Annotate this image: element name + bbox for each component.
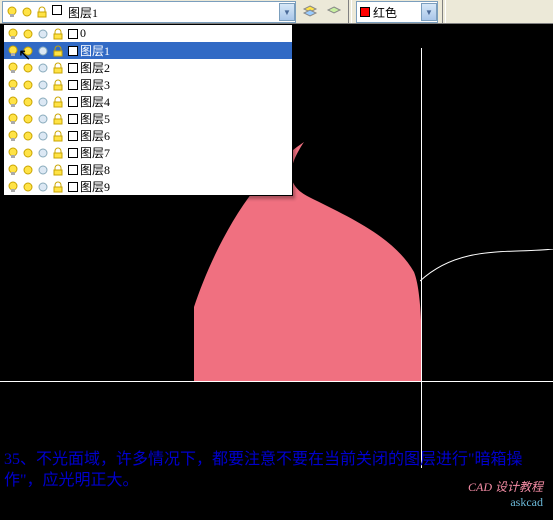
layer-list-item[interactable]: 图层6 [4, 127, 292, 144]
sun-icon[interactable] [21, 146, 35, 160]
sun-icon[interactable] [21, 180, 35, 194]
lightbulb-icon[interactable] [6, 61, 20, 75]
freeze-icon[interactable] [36, 78, 50, 92]
sun-icon[interactable] [21, 95, 35, 109]
color-label: 红色 [373, 4, 397, 21]
lock-icon[interactable] [51, 78, 65, 92]
crosshair-horizontal [0, 381, 553, 382]
sun-icon[interactable] [21, 27, 35, 41]
freeze-icon[interactable] [36, 163, 50, 177]
layer-manager-button[interactable] [299, 1, 321, 23]
layer-prev-button[interactable] [323, 1, 345, 23]
layer-name: 图层1 [80, 42, 110, 59]
layer-name: 图层9 [80, 178, 110, 195]
layer-list-item[interactable]: 图层4 [4, 93, 292, 110]
color-swatch[interactable] [68, 46, 78, 56]
layer-name: 图层5 [80, 110, 110, 127]
lightbulb-icon[interactable] [6, 180, 20, 194]
lock-icon[interactable] [51, 112, 65, 126]
lightbulb-icon[interactable] [6, 44, 20, 58]
chevron-down-icon[interactable]: ▼ [421, 3, 437, 21]
sun-icon[interactable] [21, 129, 35, 143]
color-swatch[interactable] [68, 63, 78, 73]
layer-list-item[interactable]: 图层9 [4, 178, 292, 195]
layer-dropdown-list[interactable]: 0 图层1 图层2 图层3 图层4 图层5 图层6 图层7 图层8 图层9 [3, 24, 293, 196]
layer-dropdown[interactable]: 图层1 ▼ [2, 1, 296, 23]
lightbulb-icon[interactable] [6, 78, 20, 92]
lightbulb-icon[interactable] [6, 95, 20, 109]
lightbulb-icon[interactable] [6, 129, 20, 143]
lightbulb-icon [5, 5, 19, 19]
freeze-icon[interactable] [36, 112, 50, 126]
lock-icon[interactable] [51, 180, 65, 194]
layer-list-item[interactable]: 图层5 [4, 110, 292, 127]
layer-name: 图层8 [80, 161, 110, 178]
layer-name: 图层7 [80, 144, 110, 161]
sun-icon[interactable] [21, 112, 35, 126]
freeze-icon[interactable] [36, 180, 50, 194]
color-swatch[interactable] [68, 165, 78, 175]
sun-icon[interactable] [21, 163, 35, 177]
freeze-icon[interactable] [36, 61, 50, 75]
lock-icon[interactable] [51, 44, 65, 58]
lock-icon[interactable] [51, 146, 65, 160]
color-swatch[interactable] [68, 148, 78, 158]
layer-list-item[interactable]: 图层3 [4, 76, 292, 93]
lightbulb-icon[interactable] [6, 146, 20, 160]
layer-list-item[interactable]: 图层1 [4, 42, 292, 59]
toolbar: 图层1 ▼ 红色 ▼ [0, 0, 553, 24]
color-swatch-red [360, 7, 370, 17]
lightbulb-icon[interactable] [6, 163, 20, 177]
lightbulb-icon[interactable] [6, 27, 20, 41]
layer-name: 图层3 [80, 76, 110, 93]
sun-icon [20, 5, 34, 19]
crosshair-vertical [421, 48, 422, 468]
color-swatch[interactable] [68, 182, 78, 192]
chevron-down-icon[interactable]: ▼ [279, 3, 295, 21]
watermark: CAD 设计教程 [468, 478, 543, 495]
watermark: askcad [510, 495, 543, 510]
color-swatch[interactable] [68, 29, 78, 39]
lock-icon[interactable] [51, 95, 65, 109]
layer-list-item[interactable]: 0 [4, 25, 292, 42]
curve-line [420, 249, 553, 289]
freeze-icon[interactable] [36, 44, 50, 58]
color-swatch [52, 5, 62, 15]
layer-name: 图层6 [80, 127, 110, 144]
sun-icon[interactable] [21, 78, 35, 92]
lock-icon[interactable] [51, 27, 65, 41]
layer-list-item[interactable]: 图层2 [4, 59, 292, 76]
lightbulb-icon[interactable] [6, 112, 20, 126]
lock-icon[interactable] [51, 163, 65, 177]
freeze-icon[interactable] [36, 95, 50, 109]
lock-icon[interactable] [51, 129, 65, 143]
layer-list-item[interactable]: 图层7 [4, 144, 292, 161]
sun-icon[interactable] [21, 44, 35, 58]
caption-text: 35、不光面域，许多情况下，都要注意不要在当前关闭的图层进行"暗箱操作"，应光明… [4, 450, 524, 492]
color-dropdown[interactable]: 红色 ▼ [356, 1, 438, 23]
color-swatch[interactable] [68, 97, 78, 107]
layer-list-item[interactable]: 图层8 [4, 161, 292, 178]
color-swatch[interactable] [68, 80, 78, 90]
freeze-icon[interactable] [36, 146, 50, 160]
freeze-icon[interactable] [36, 129, 50, 143]
separator [442, 0, 446, 23]
separator [348, 0, 352, 23]
current-layer-label: 图层1 [64, 4, 98, 21]
color-swatch[interactable] [68, 114, 78, 124]
layer-name: 图层2 [80, 59, 110, 76]
sun-icon[interactable] [21, 61, 35, 75]
color-swatch[interactable] [68, 131, 78, 141]
freeze-icon[interactable] [36, 27, 50, 41]
layer-name: 0 [80, 26, 86, 41]
lock-icon [35, 5, 49, 19]
lock-icon[interactable] [51, 61, 65, 75]
layer-state-icons [3, 5, 64, 19]
layer-name: 图层4 [80, 93, 110, 110]
